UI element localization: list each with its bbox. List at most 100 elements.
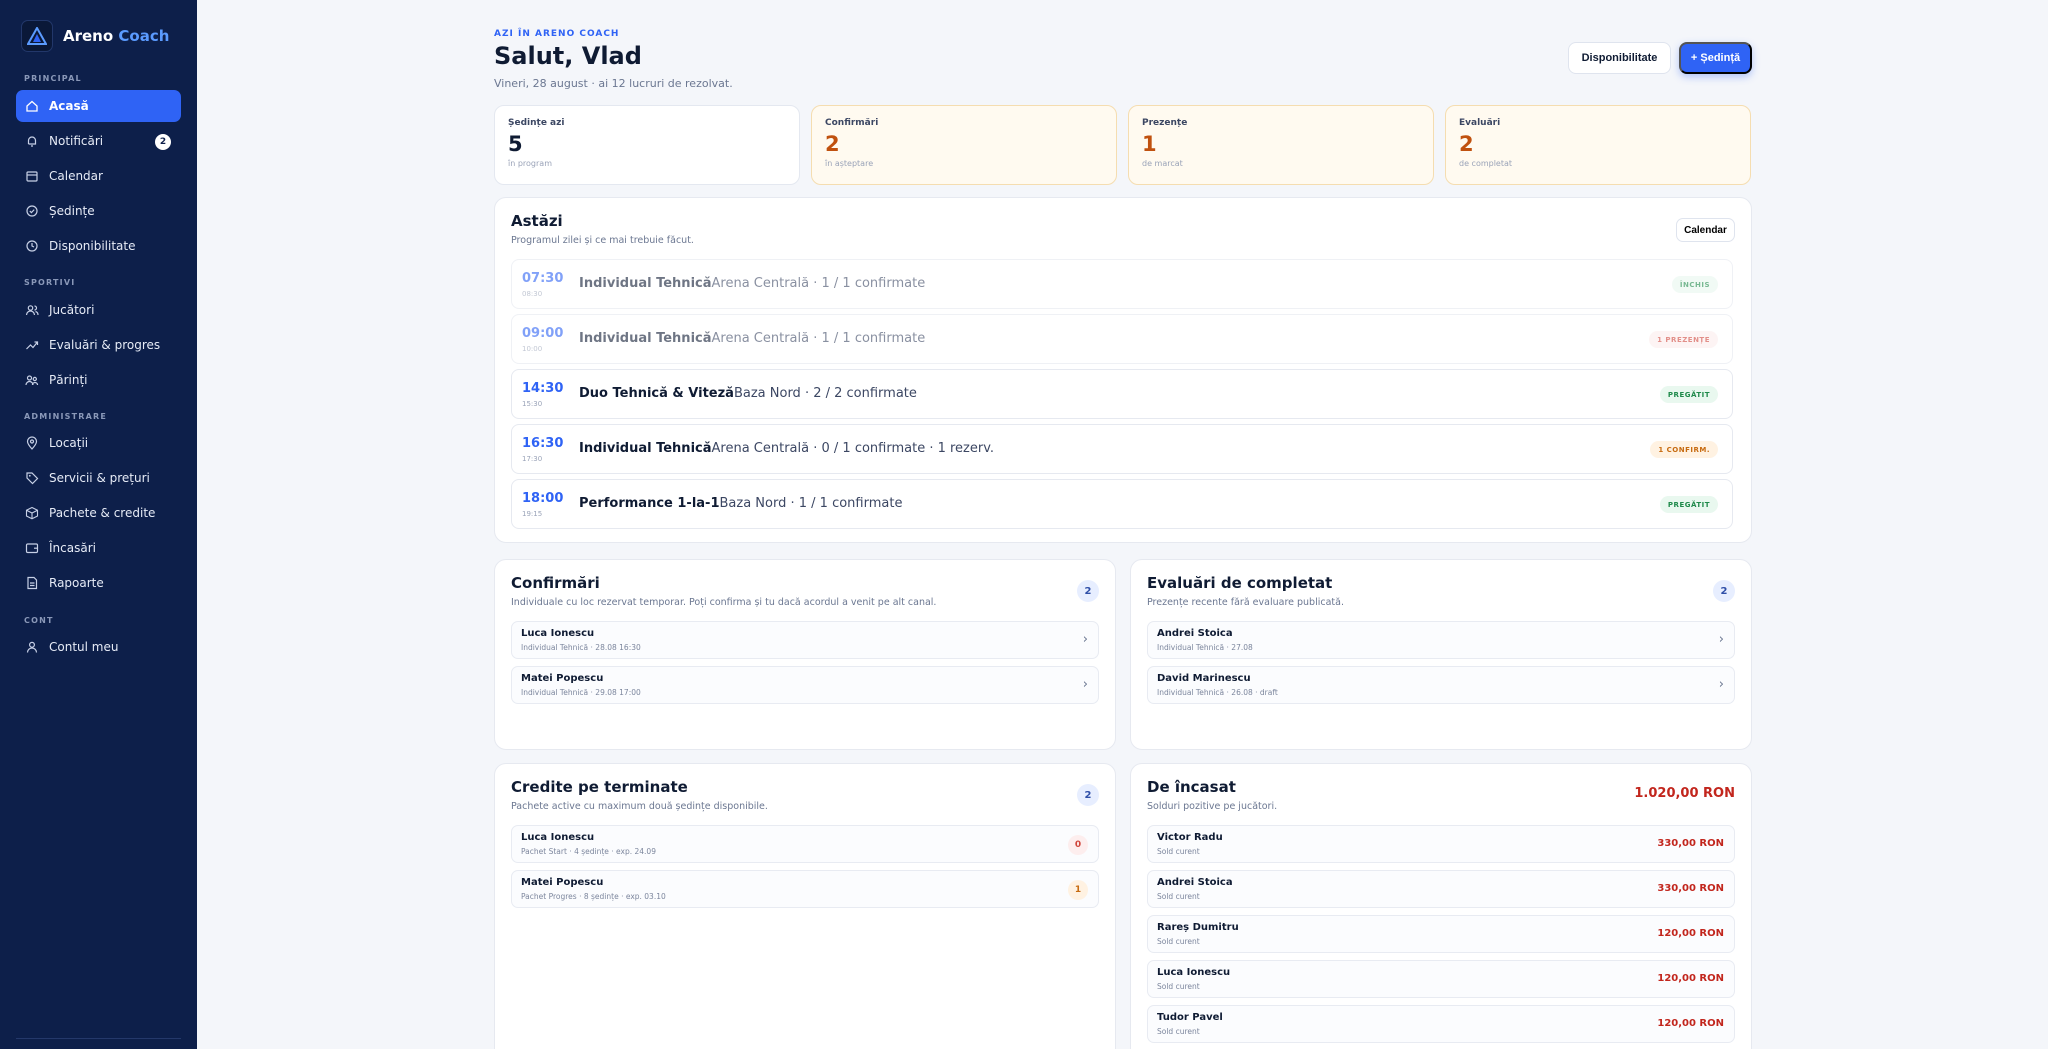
list-item[interactable]: Luca Ionescu Pachet Start · 4 ședințe · … (511, 825, 1099, 863)
sidebar-item-account[interactable]: Contul meu (16, 631, 181, 663)
session-row[interactable]: 18:00 19:15 Performance 1-la-1Baza Nord … (511, 479, 1733, 529)
session-desc: Individual TehnicăArena Centrală · 0 / 1… (579, 441, 994, 456)
card-title: Evaluări de completat (1147, 574, 1333, 592)
total-amount: 1.020,00 RON (1634, 786, 1735, 801)
list-item[interactable]: Rareș Dumitru Sold curent 120,00 RON (1147, 915, 1735, 953)
stat-card-attendance[interactable]: Prezențe 1 de marcat (1128, 105, 1434, 185)
sidebar-item-evaluations[interactable]: Evaluări & progres (16, 329, 181, 361)
stat-card-confirmations[interactable]: Confirmări 2 în așteptare (811, 105, 1117, 185)
stat-label: Ședințe azi (508, 118, 565, 128)
item-name: David Marinescu (1157, 673, 1251, 684)
sidebar-item-payments[interactable]: Încasări (16, 532, 181, 564)
credits-left-badge: 1 (1068, 880, 1088, 900)
item-name: Tudor Pavel (1157, 1012, 1223, 1023)
list-item[interactable]: Tudor Pavel Sold curent 120,00 RON (1147, 1005, 1735, 1043)
brand-name: Areno Coach (63, 27, 169, 45)
box-icon (25, 506, 39, 520)
list-item[interactable]: Andrei Stoica Individual Tehnică · 27.08… (1147, 621, 1735, 659)
availability-button[interactable]: Disponibilitate (1568, 42, 1671, 74)
today-card: Astăzi Programul zilei și ce mai trebuie… (494, 197, 1752, 543)
list-item[interactable]: David Marinescu Individual Tehnică · 26.… (1147, 666, 1735, 704)
stat-card-sessions[interactable]: Ședințe azi 5 în program (494, 105, 800, 185)
sidebar-item-home[interactable]: Acasă (16, 90, 181, 122)
session-row[interactable]: 09:00 10:00 Individual TehnicăArena Cent… (511, 314, 1733, 364)
balance-amount: 120,00 RON (1657, 928, 1724, 939)
stat-value: 2 (825, 132, 840, 156)
page-title: Salut, Vlad (494, 42, 642, 70)
count-badge: 2 (1077, 580, 1099, 602)
credits-left-badge: 0 (1068, 835, 1088, 855)
item-name: Matei Popescu (521, 673, 604, 684)
chevron-right-icon: › (1718, 677, 1724, 692)
session-desc: Individual TehnicăArena Centrală · 1 / 1… (579, 331, 925, 346)
item-meta: Individual Tehnică · 26.08 · draft (1157, 688, 1278, 697)
balance-amount: 330,00 RON (1657, 838, 1724, 849)
sidebar-item-label: Ședințe (49, 204, 95, 218)
sidebar-item-services[interactable]: Servicii & prețuri (16, 462, 181, 494)
session-end: 15:30 (522, 400, 543, 408)
status-badge: 1 PREZENȚE (1649, 331, 1718, 348)
sidebar-item-reports[interactable]: Rapoarte (16, 567, 181, 599)
stat-value: 5 (508, 132, 523, 156)
session-end: 19:15 (522, 510, 543, 518)
sidebar-item-availability[interactable]: Disponibilitate (16, 230, 181, 262)
sidebar-item-notifications[interactable]: Notificări 2 (16, 125, 181, 157)
sidebar-item-label: Rapoarte (49, 576, 104, 590)
bell-icon (25, 134, 39, 148)
session-row[interactable]: 16:30 17:30 Individual TehnicăArena Cent… (511, 424, 1733, 474)
list-item[interactable]: Andrei Stoica Sold curent 330,00 RON (1147, 870, 1735, 908)
session-end: 10:00 (522, 345, 543, 353)
stat-sub: în program (508, 159, 552, 168)
sidebar-item-label: Disponibilitate (49, 239, 136, 253)
brand-name-accent: Coach (118, 27, 170, 45)
check-circle-icon (25, 204, 39, 218)
confirmations-card: Confirmări Individuale cu loc rezervat t… (494, 559, 1116, 750)
calendar-button[interactable]: Calendar (1676, 218, 1735, 242)
item-meta: Individual Tehnică · 29.08 17:00 (521, 688, 641, 697)
new-session-button[interactable]: + Ședință (1679, 42, 1752, 74)
session-start: 16:30 (522, 436, 564, 451)
status-badge: PREGĂTIT (1659, 496, 1718, 513)
session-name: Performance 1-la-1 (579, 496, 720, 511)
section-label-sportivi: SPORTIVI (24, 278, 76, 287)
chevron-right-icon: › (1718, 632, 1724, 647)
count-badge: 2 (1077, 784, 1099, 806)
sidebar-item-calendar[interactable]: Calendar (16, 160, 181, 192)
list-item[interactable]: Victor Radu Sold curent 330,00 RON (1147, 825, 1735, 863)
list-item[interactable]: Matei Popescu Individual Tehnică · 29.08… (511, 666, 1099, 704)
item-meta: Pachet Progres · 8 ședințe · exp. 03.10 (521, 892, 666, 901)
brand[interactable]: Areno Coach (21, 20, 169, 52)
section-label-cont: CONT (24, 616, 54, 625)
user-icon (25, 640, 39, 654)
list-item[interactable]: Matei Popescu Pachet Progres · 8 ședințe… (511, 870, 1099, 908)
session-row[interactable]: 07:30 08:30 Individual TehnicăArena Cent… (511, 259, 1733, 309)
sidebar-item-packages[interactable]: Pachete & credite (16, 497, 181, 529)
sidebar-item-label: Evaluări & progres (49, 338, 161, 352)
card-title: Astăzi (511, 212, 563, 230)
sidebar-item-locations[interactable]: Locații (16, 427, 181, 459)
item-name: Victor Radu (1157, 832, 1223, 843)
sidebar-item-label: Acasă (49, 99, 89, 113)
sidebar: Areno Coach PRINCIPAL Acasă Notificări 2… (0, 0, 197, 1049)
session-start: 14:30 (522, 381, 564, 396)
balance-amount: 330,00 RON (1657, 883, 1724, 894)
item-name: Andrei Stoica (1157, 628, 1233, 639)
sidebar-item-sessions[interactable]: Ședințe (16, 195, 181, 227)
section-label-principal: PRINCIPAL (24, 74, 82, 83)
item-meta: Sold curent (1157, 847, 1200, 856)
list-item[interactable]: Luca Ionescu Individual Tehnică · 28.08 … (511, 621, 1099, 659)
stat-card-evaluations[interactable]: Evaluări 2 de completat (1445, 105, 1751, 185)
session-details: Baza Nord · 2 / 2 confirmate (733, 386, 917, 401)
sidebar-item-label: Servicii & prețuri (49, 471, 150, 485)
count-badge: 2 (1713, 580, 1735, 602)
sidebar-item-players[interactable]: Jucători (16, 294, 181, 326)
item-meta: Sold curent (1157, 937, 1200, 946)
calendar-icon (25, 169, 39, 183)
stat-value: 2 (1459, 132, 1474, 156)
session-row[interactable]: 14:30 15:30 Duo Tehnică & VitezăBaza Nor… (511, 369, 1733, 419)
sidebar-item-parents[interactable]: Părinți (16, 364, 181, 396)
item-meta: Individual Tehnică · 28.08 16:30 (521, 643, 641, 652)
report-icon (25, 576, 39, 590)
sidebar-item-label: Locații (49, 436, 89, 450)
list-item[interactable]: Luca Ionescu Sold curent 120,00 RON (1147, 960, 1735, 998)
